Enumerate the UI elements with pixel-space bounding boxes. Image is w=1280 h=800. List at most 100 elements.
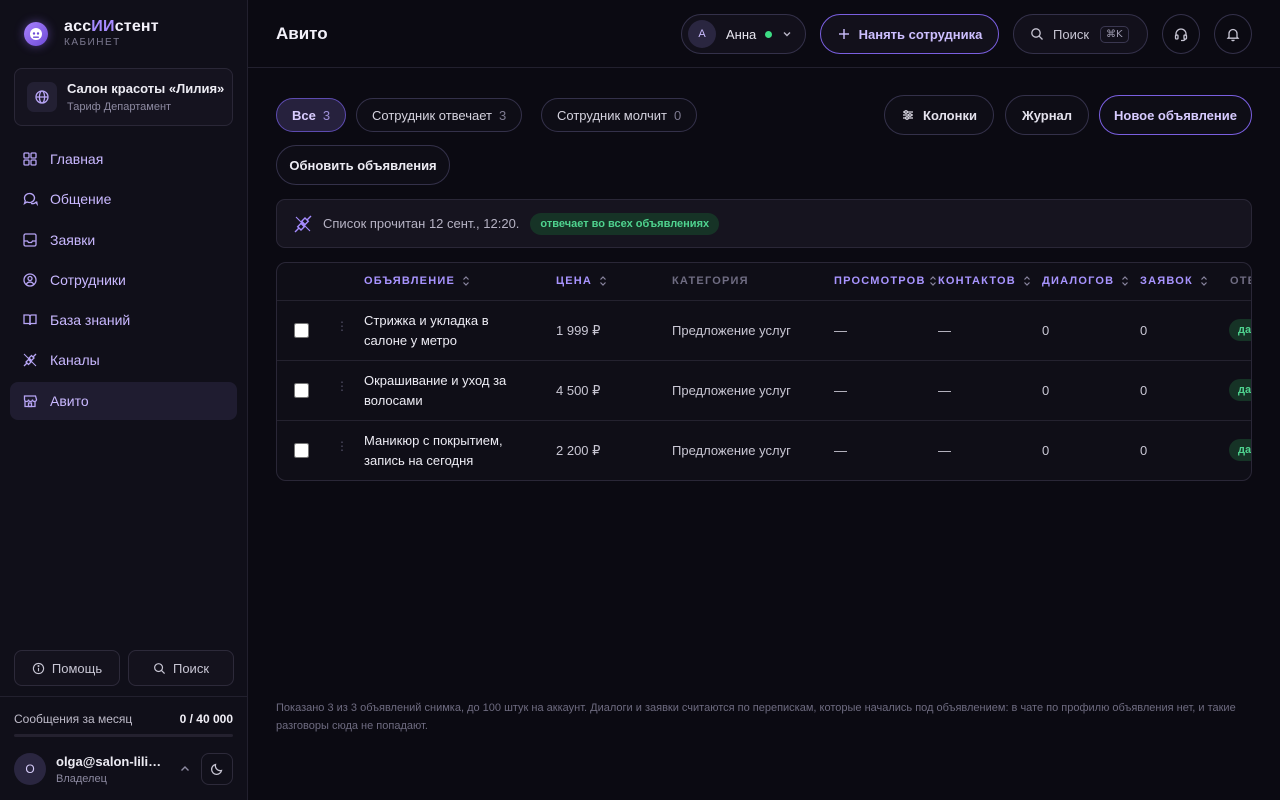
nav-item-knowledge-base[interactable]: База знаний [10, 301, 237, 339]
row-checkbox[interactable] [294, 323, 309, 338]
column-header-contacts[interactable]: КОНТАКТОВ [938, 275, 1032, 287]
column-header-listing[interactable]: ОБЪЯВЛЕНИЕ [364, 275, 471, 287]
filter-count: 3 [498, 107, 507, 123]
info-icon [32, 662, 45, 674]
nav-item-chat[interactable]: Общение [10, 180, 237, 218]
sidebar-search-button[interactable]: Поиск [128, 650, 234, 686]
listing-requests: 0 [1140, 443, 1148, 458]
column-header-requests[interactable]: ЗАЯВОК [1140, 275, 1209, 287]
journal-button[interactable]: Журнал [1005, 95, 1089, 135]
listing-price: 2 200 ₽ [556, 443, 601, 458]
listing-requests: 0 [1140, 323, 1148, 338]
nav-item-label: База знаний [50, 312, 131, 329]
global-search-button[interactable]: Поиск ⌘K [1013, 14, 1148, 54]
nav-item-label: Каналы [50, 352, 100, 369]
filter-employee-responds[interactable]: Сотрудник отвечает 3 [356, 98, 523, 132]
page-title: Авито [276, 24, 328, 43]
staff-selector[interactable]: А Анна [681, 14, 806, 54]
column-header-answers: ОТВ [1230, 275, 1251, 287]
drag-handle-icon[interactable]: ⋮ [336, 320, 348, 332]
sort-icon [600, 276, 606, 286]
status-badge: да [1229, 319, 1251, 341]
sliders-icon [903, 110, 914, 120]
table-row[interactable]: ⋮ Окрашивание и уход за волосами 4 500 ₽… [277, 361, 1251, 421]
filter-employee-silent[interactable]: Сотрудник молчит 0 [541, 98, 698, 132]
assistant-logo-icon [24, 21, 48, 46]
listing-price: 4 500 ₽ [556, 383, 601, 398]
user-circle-icon [23, 273, 37, 287]
organization-switcher[interactable]: Салон красоты «Лилия» Тариф Департамент [14, 68, 233, 126]
app-name: ассИИстент [64, 18, 159, 35]
user-email: olga@salon-liliya.ru [56, 753, 168, 769]
column-header-price[interactable]: ЦЕНА [556, 275, 608, 287]
nav-item-label: Авито [50, 392, 89, 409]
topbar: Авито А Анна Нанять сотрудника Поиск ⌘K [248, 0, 1280, 68]
store-icon [23, 395, 38, 407]
plus-icon [838, 29, 849, 39]
filter-count: 0 [673, 107, 682, 123]
filter-label: Все [292, 107, 316, 123]
support-button[interactable] [1162, 14, 1200, 54]
organization-plan: Тариф Департамент [67, 101, 172, 113]
column-header-category: КАТЕГОРИЯ [672, 275, 749, 287]
listing-price: 1 999 ₽ [556, 323, 601, 338]
listing-category: Предложение услуг [672, 383, 791, 398]
listing-title[interactable]: Окрашивание и уход за волосами [364, 371, 534, 411]
row-checkbox[interactable] [294, 383, 309, 398]
table-row[interactable]: ⋮ Стрижка и укладка в салоне у метро 1 9… [277, 301, 1251, 361]
hire-label: Нанять сотрудника [858, 26, 983, 42]
filter-all[interactable]: Все 3 [276, 98, 347, 132]
column-header-views[interactable]: ПРОСМОТРОВ [834, 275, 938, 287]
chat-icon [23, 193, 38, 207]
table-row[interactable]: ⋮ Маникюр с покрытием, запись на сегодня… [277, 421, 1251, 480]
sort-icon [1200, 276, 1207, 286]
moon-icon [210, 763, 223, 776]
organization-name: Салон красоты «Лилия» [67, 81, 225, 96]
drag-handle-icon[interactable]: ⋮ [336, 380, 348, 392]
listing-dialogs: 0 [1042, 383, 1050, 398]
columns-button[interactable]: Колонки [884, 95, 994, 135]
sidebar: ассИИстент КАБИНЕТ Салон красоты «Лилия»… [0, 0, 248, 800]
status-badge: да [1229, 439, 1251, 461]
messages-usage: Сообщения за месяц 0 / 40 000 [14, 712, 233, 726]
status-badge: отвечает во всех объявлениях [530, 212, 720, 235]
sort-icon [929, 276, 936, 286]
plug-icon [23, 354, 37, 367]
drag-handle-icon[interactable]: ⋮ [336, 440, 348, 452]
new-listing-button[interactable]: Новое объявление [1099, 95, 1252, 135]
nav-item-avito[interactable]: Авито [10, 381, 237, 420]
headset-icon [1174, 28, 1188, 42]
staff-avatar: А [688, 20, 716, 48]
sort-icon [1023, 276, 1030, 286]
divider [0, 696, 247, 697]
logo[interactable]: ассИИстент КАБИНЕТ [24, 18, 159, 49]
new-listing-label: Новое объявление [1113, 107, 1237, 123]
nav-item-home[interactable]: Главная [10, 140, 237, 178]
chevron-up-icon [181, 766, 189, 771]
user-menu[interactable]: O olga@salon-liliya.ru Владелец [14, 752, 233, 786]
nav-item-label: Заявки [50, 231, 96, 248]
listing-dialogs: 0 [1042, 323, 1050, 338]
notifications-button[interactable] [1214, 14, 1252, 54]
hire-employee-button[interactable]: Нанять сотрудника [820, 14, 999, 54]
nav-item-requests[interactable]: Заявки [10, 221, 237, 259]
nav-item-employees[interactable]: Сотрудники [10, 261, 237, 299]
theme-toggle-button[interactable] [201, 753, 233, 785]
journal-label: Журнал [1021, 107, 1073, 123]
book-icon [23, 314, 37, 326]
refresh-listings-button[interactable]: Обновить объявления [276, 145, 450, 185]
online-status-dot [765, 30, 773, 38]
listing-title[interactable]: Маникюр с покрытием, запись на сегодня [364, 431, 534, 471]
nav-item-channels[interactable]: Каналы [10, 341, 237, 379]
bell-icon [1226, 28, 1240, 42]
listing-title[interactable]: Стрижка и укладка в салоне у метро [364, 311, 534, 351]
messages-label: Сообщения за месяц [14, 712, 133, 726]
columns-label: Колонки [923, 107, 977, 123]
help-button[interactable]: Помощь [14, 650, 120, 686]
main-nav: Главная Общение Заявки Сотрудники База з… [10, 140, 237, 422]
nav-item-label: Общение [50, 191, 112, 208]
filter-label: Сотрудник молчит [557, 107, 667, 123]
row-checkbox[interactable] [294, 443, 309, 458]
column-header-dialogs[interactable]: ДИАЛОГОВ [1042, 275, 1130, 287]
search-icon [1031, 28, 1043, 40]
